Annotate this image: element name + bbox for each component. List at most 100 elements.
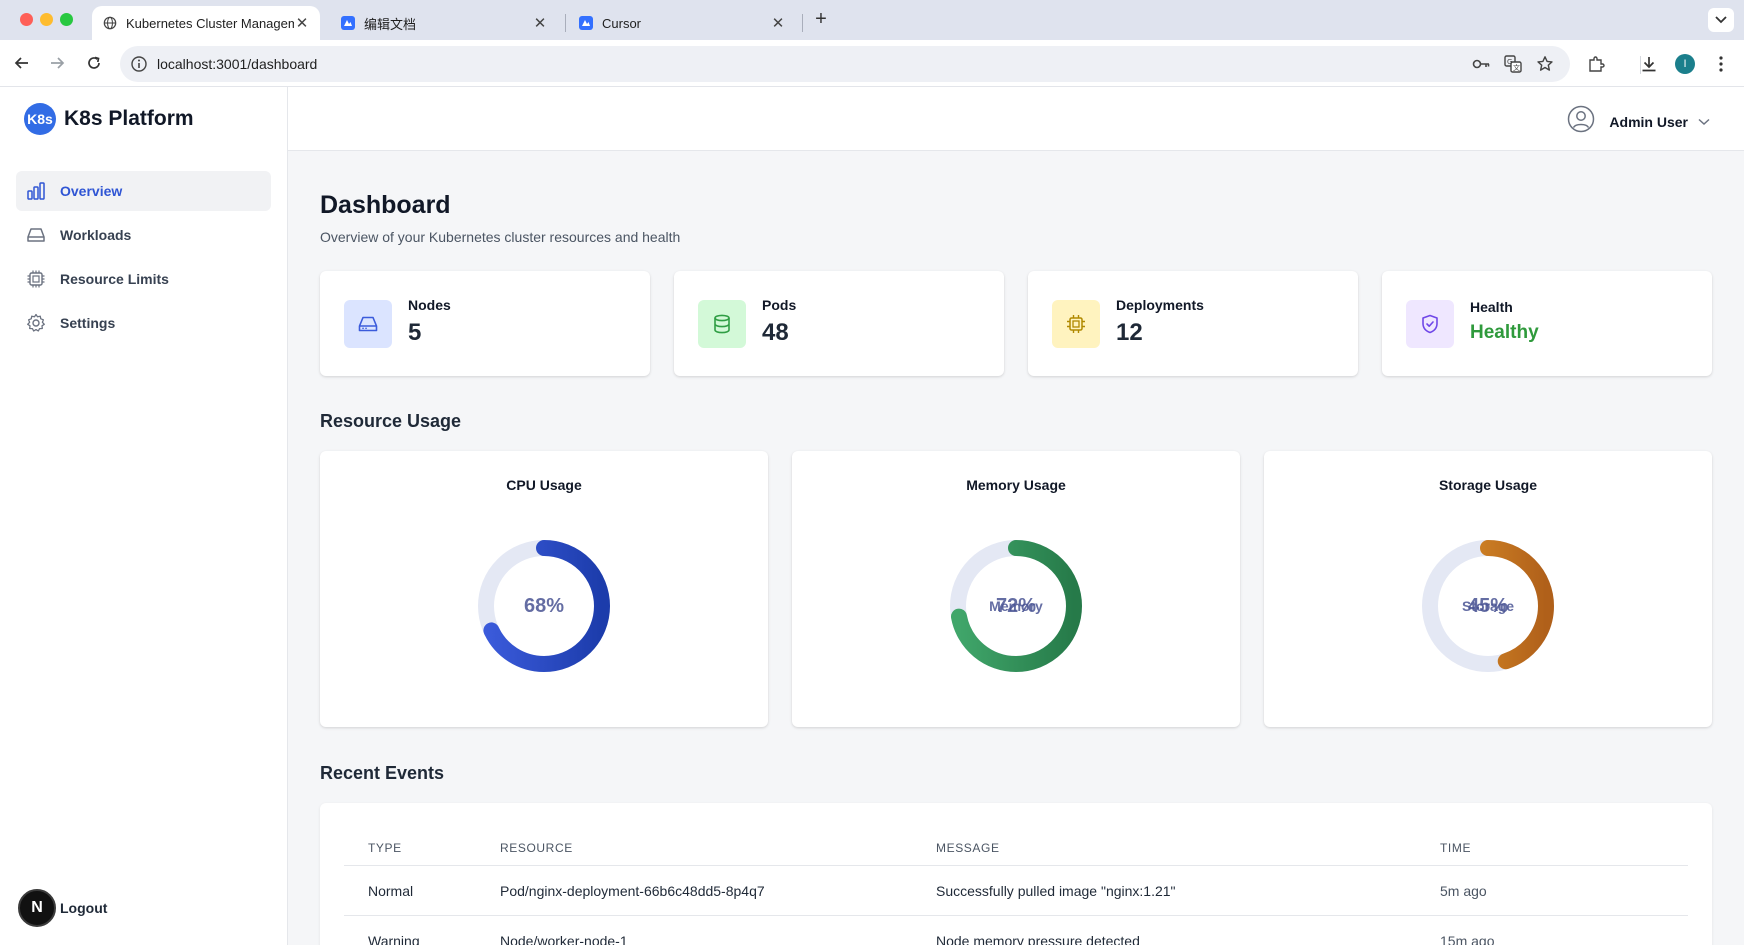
event-message: Node memory pressure detected xyxy=(912,915,1416,945)
cpu-usage-card: CPU Usage 68% xyxy=(320,451,768,727)
new-tab-button[interactable]: + xyxy=(810,8,832,30)
column-header-type: TYPE xyxy=(344,823,476,866)
sidebar-item-overview[interactable]: Overview xyxy=(16,171,271,211)
stat-card-nodes: Nodes 5 xyxy=(320,271,650,376)
cloud-app-icon xyxy=(578,15,594,31)
reload-button[interactable] xyxy=(83,52,105,74)
browser-tab-doc[interactable]: 编辑文档 ✕ xyxy=(330,6,558,40)
profile-button[interactable]: I xyxy=(1674,53,1696,75)
url-text: localhost:3001/dashboard xyxy=(157,56,318,72)
resource-usage-title: Resource Usage xyxy=(320,411,462,431)
stat-card-deployments: Deployments 12 xyxy=(1028,271,1358,376)
column-header-resource: RESOURCE xyxy=(476,823,912,866)
site-info-icon[interactable] xyxy=(130,55,148,73)
event-time: 5m ago xyxy=(1416,865,1688,916)
address-bar[interactable]: localhost:3001/dashboard G文 xyxy=(120,46,1570,82)
user-avatar: N xyxy=(18,889,56,927)
event-time: 15m ago xyxy=(1416,915,1688,945)
stat-card-pods: Pods 48 xyxy=(674,271,1004,376)
donut-label: Memory 72% xyxy=(941,531,1091,681)
bar-chart-icon xyxy=(26,181,46,201)
browser-tab-cursor[interactable]: Cursor ✕ xyxy=(568,6,796,40)
cpu-icon xyxy=(1052,300,1100,348)
column-header-message: MESSAGE xyxy=(912,823,1416,866)
tab-title: 编辑文档 xyxy=(364,16,417,32)
extensions-icon[interactable] xyxy=(1585,53,1607,75)
arrow-left-icon xyxy=(14,57,28,69)
donut-percent: 45% xyxy=(1467,594,1509,617)
top-header: Admin User xyxy=(288,87,1744,151)
globe-icon xyxy=(102,15,118,31)
sidebar-item-resource-limits[interactable]: Resource Limits xyxy=(16,259,271,299)
cpu-icon xyxy=(26,269,46,289)
chevron-down-icon xyxy=(1698,113,1710,131)
logout-button[interactable]: N Logout xyxy=(18,889,107,927)
bookmark-star-icon[interactable] xyxy=(1536,55,1554,73)
tab-separator xyxy=(565,14,566,32)
main-content: Dashboard Overview of your Kubernetes cl… xyxy=(288,151,1744,945)
profile-avatar: I xyxy=(1675,54,1695,74)
sidebar-item-settings[interactable]: Settings xyxy=(16,303,271,343)
shield-check-icon xyxy=(1406,300,1454,348)
stat-label: Pods xyxy=(762,297,797,313)
event-resource: Node/worker-node-1 xyxy=(476,915,912,945)
stat-value: 48 xyxy=(762,319,789,346)
table-row[interactable]: Warning Node/worker-node-1 Node memory p… xyxy=(344,915,1688,945)
usage-title: Storage Usage xyxy=(1438,477,1538,493)
events-card: TYPE RESOURCE MESSAGE TIME Normal Pod/ng… xyxy=(320,803,1712,945)
memory-usage-card: Memory Usage Memory 72% xyxy=(792,451,1240,727)
back-button[interactable] xyxy=(11,52,33,74)
user-name: Admin User xyxy=(1609,113,1688,130)
browser-toolbar: localhost:3001/dashboard G文 I xyxy=(0,40,1744,87)
forward-button[interactable] xyxy=(46,52,68,74)
column-header-time: TIME xyxy=(1416,823,1688,866)
storage-usage-card: Storage Usage Storage 45% xyxy=(1264,451,1712,727)
translate-icon[interactable]: G文 xyxy=(1504,55,1522,73)
recent-events-title: Recent Events xyxy=(320,763,445,783)
event-resource: Pod/nginx-deployment-66b6c48dd5-8p4q7 xyxy=(476,865,912,916)
brand[interactable]: K8s K8s Platform xyxy=(24,103,194,135)
stat-label: Health xyxy=(1470,299,1513,315)
browser-tab-kubernetes[interactable]: Kubernetes Cluster Management ✕ xyxy=(92,6,320,40)
usage-title: Memory Usage xyxy=(966,477,1066,493)
browser-menu-icon[interactable] xyxy=(1710,53,1732,75)
gear-icon xyxy=(26,313,46,333)
donut-label: Storage 45% xyxy=(1413,531,1563,681)
svg-text:G: G xyxy=(1507,58,1512,66)
close-tab-icon[interactable]: ✕ xyxy=(294,14,310,32)
event-type: Normal xyxy=(344,865,476,916)
close-tab-icon[interactable]: ✕ xyxy=(770,14,786,32)
stat-label: Nodes xyxy=(408,297,451,313)
key-icon[interactable] xyxy=(1472,55,1490,73)
usage-title: CPU Usage xyxy=(506,477,582,493)
stat-label: Deployments xyxy=(1116,297,1204,313)
stat-value: 5 xyxy=(408,319,422,346)
database-icon xyxy=(698,300,746,348)
stat-card-health: Health Healthy xyxy=(1382,271,1712,376)
tab-search-button[interactable] xyxy=(1708,8,1734,32)
download-icon[interactable] xyxy=(1638,53,1660,75)
reload-icon xyxy=(88,56,100,69)
k8s-logo: K8s xyxy=(24,103,56,135)
hard-drive-icon xyxy=(26,225,46,245)
user-menu[interactable]: Admin User xyxy=(1567,105,1710,138)
page-title: Dashboard xyxy=(320,191,451,219)
close-window-button[interactable] xyxy=(20,13,33,26)
sidebar-item-label: Overview xyxy=(60,183,123,199)
health-status: Healthy xyxy=(1470,322,1539,343)
cloud-app-icon xyxy=(340,15,356,31)
sidebar: K8s K8s Platform Overview Workloads Reso… xyxy=(0,87,288,945)
svg-text:文: 文 xyxy=(1513,63,1520,72)
events-table: TYPE RESOURCE MESSAGE TIME Normal Pod/ng… xyxy=(344,823,1688,945)
tab-separator xyxy=(802,14,803,32)
user-circle-icon xyxy=(1567,105,1595,138)
table-row[interactable]: Normal Pod/nginx-deployment-66b6c48dd5-8… xyxy=(344,865,1688,916)
donut-percent: 72% xyxy=(995,594,1037,617)
minimize-window-button[interactable] xyxy=(40,13,53,26)
sidebar-item-workloads[interactable]: Workloads xyxy=(16,215,271,255)
event-type: Warning xyxy=(344,915,476,945)
close-tab-icon[interactable]: ✕ xyxy=(532,14,548,32)
table-header-row: TYPE RESOURCE MESSAGE TIME xyxy=(344,823,1688,866)
maximize-window-button[interactable] xyxy=(60,13,73,26)
donut-percent: 68% xyxy=(523,594,565,617)
